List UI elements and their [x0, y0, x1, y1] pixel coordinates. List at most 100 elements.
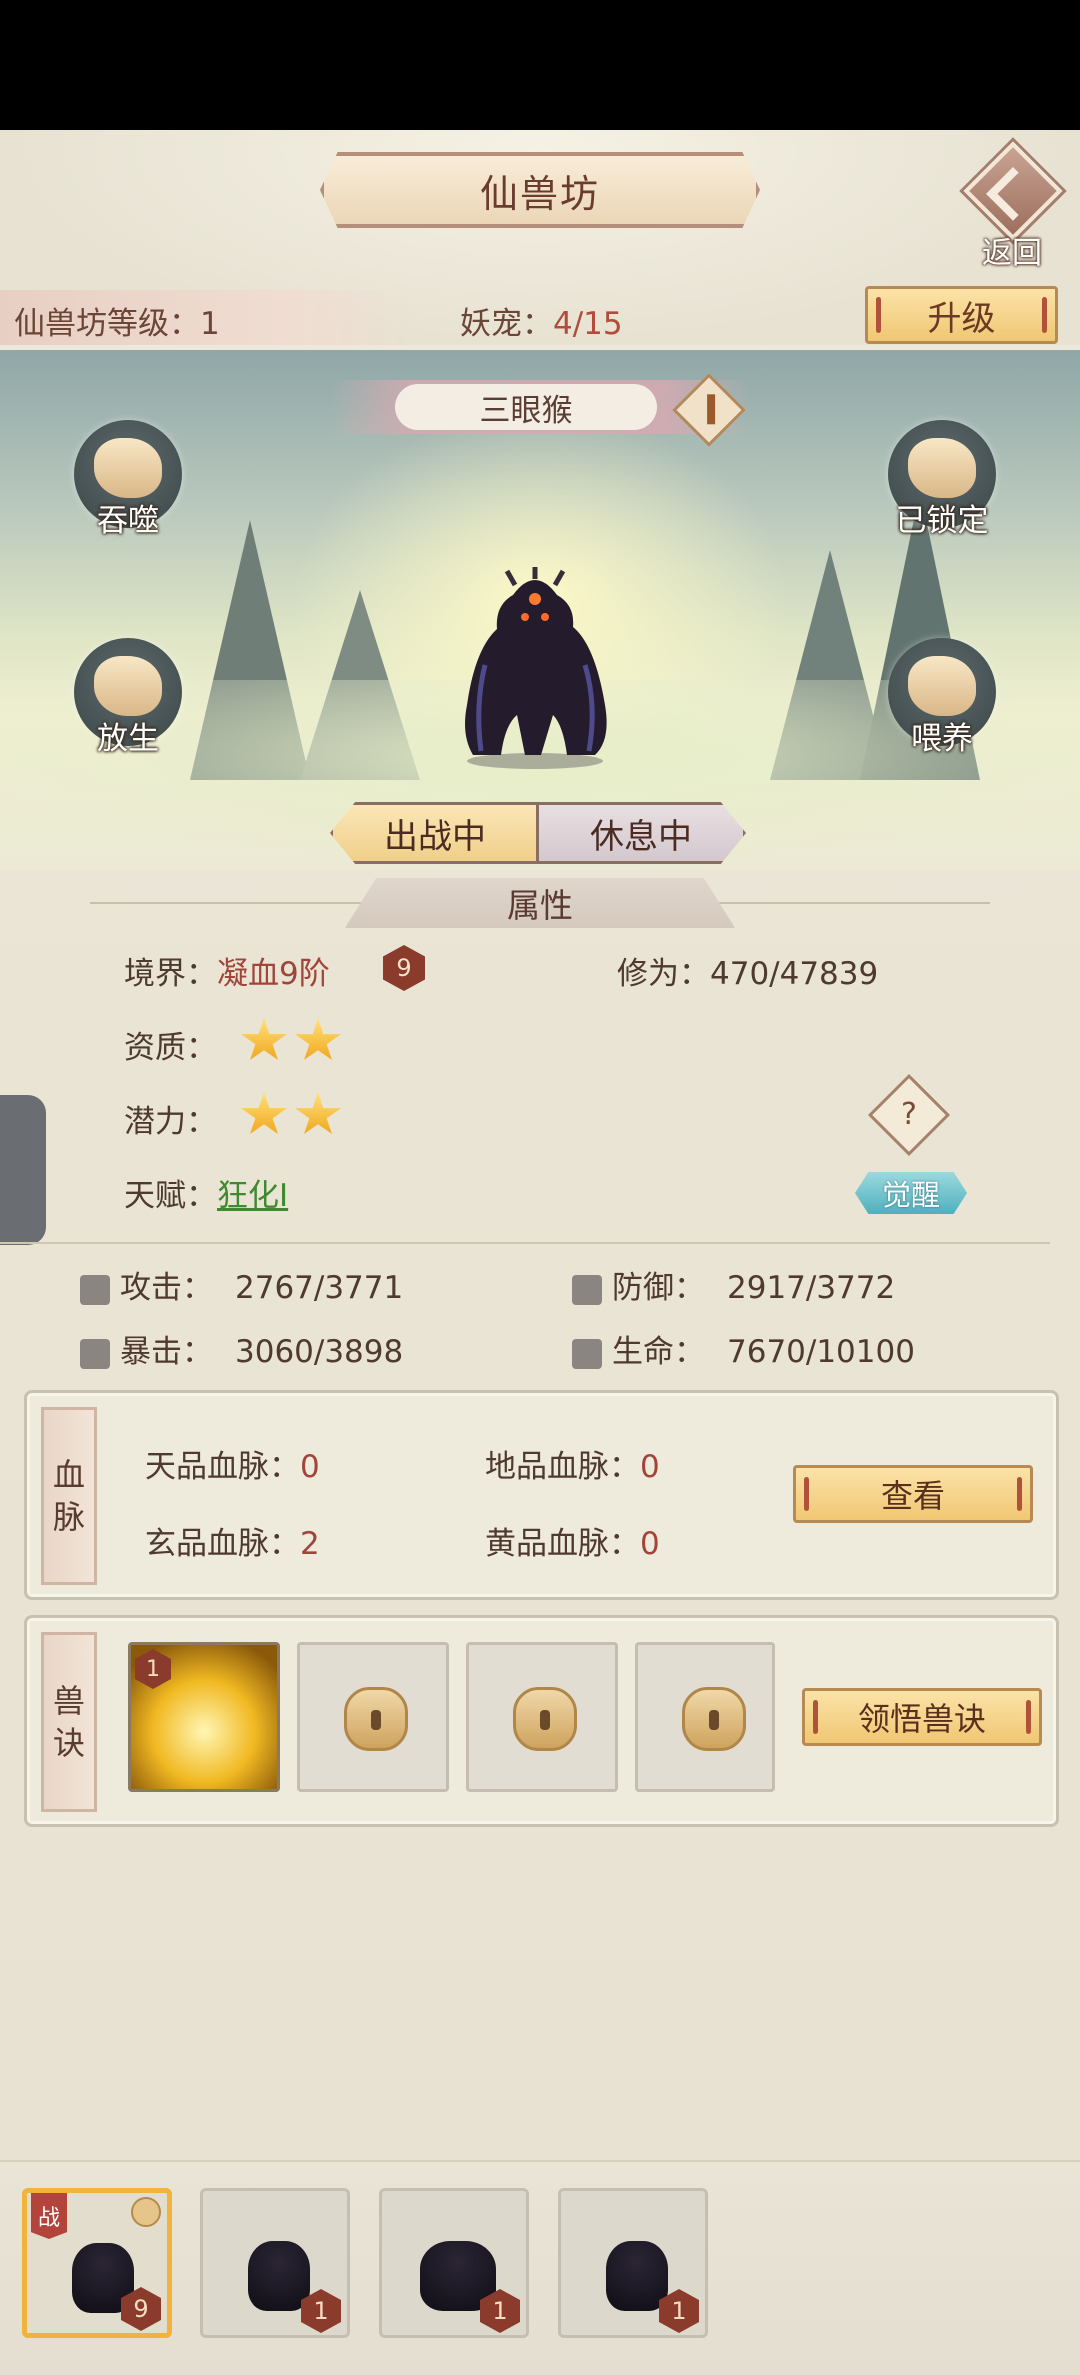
back-arrow-icon	[963, 141, 1063, 241]
pet-portrait	[606, 2241, 668, 2311]
feed-button[interactable]: 喂养	[882, 638, 1002, 778]
cultivation-value: 470/47839	[710, 956, 879, 992]
help-glyph: ?	[901, 1097, 917, 1132]
pet-count: 妖宠：4/15	[460, 298, 623, 343]
rabbit-icon	[94, 656, 162, 716]
lock-icon	[682, 1687, 746, 1751]
lock-mini-icon	[131, 2197, 161, 2227]
defense-stat: 防御： 2917/3772	[572, 1262, 895, 1307]
mystic-bloodline: 玄品血脉：2	[145, 1518, 320, 1563]
star-icon	[294, 1092, 342, 1134]
talent-link[interactable]: 狂化I	[217, 1178, 288, 1214]
crit-label: 暴击：	[120, 1334, 213, 1370]
stats-divider	[0, 1242, 1050, 1244]
roster-pet-slot[interactable]: 1	[558, 2188, 708, 2338]
release-button[interactable]: 放生	[68, 638, 188, 778]
yellow-bloodline: 黄品血脉：0	[485, 1518, 660, 1563]
bloodline-title-char-2: 脉	[52, 1498, 85, 1536]
defense-label: 防御：	[612, 1270, 705, 1306]
battle-status-toggle: 出战中 休息中	[330, 802, 746, 864]
skills-title: 兽诀	[41, 1632, 97, 1812]
roster-pet-slot[interactable]: 1	[200, 2188, 350, 2338]
skill-slot-active[interactable]: 1	[128, 1642, 280, 1792]
talent-label: 天赋：	[124, 1178, 217, 1214]
pet-name: 三眼猴	[395, 384, 657, 430]
tab-resting[interactable]: 休息中	[536, 802, 746, 864]
back-button[interactable]: 返回	[960, 141, 1064, 271]
beast-head-icon	[94, 438, 162, 498]
pet-count-label: 妖宠：	[460, 306, 553, 342]
bloodline-title-char-1: 血	[52, 1456, 85, 1494]
star-icon	[240, 1018, 288, 1060]
workshop-level-value: 1	[200, 306, 220, 342]
skill-level-badge: 1	[135, 1649, 171, 1689]
release-label: 放生	[97, 721, 159, 757]
realm-label: 境界：	[124, 956, 217, 992]
potential-label: 潜力：	[124, 1104, 217, 1140]
attack-value: 2767/3771	[235, 1270, 404, 1306]
crit-value: 3060/3898	[235, 1334, 404, 1370]
skills-title-char-1: 兽	[52, 1682, 85, 1720]
pet-scene: 三眼猴 吞噬 已锁定 放生 喂养	[0, 350, 1080, 870]
bloodline-panel: 血脉 天品血脉：0 地品血脉：0 玄品血脉：2 黄品血脉：0 查看	[24, 1390, 1059, 1600]
cultivation-label: 修为：	[617, 956, 710, 992]
sword-icon	[80, 1274, 110, 1305]
yellow-bloodline-label: 黄品血脉：	[485, 1526, 640, 1562]
attributes-header: 属性	[90, 878, 990, 930]
roster-pet-slot-selected[interactable]: 战 9	[22, 2188, 172, 2338]
crossed-swords-lock-icon	[908, 438, 976, 498]
three-eyed-monkey-portrait	[465, 567, 607, 769]
star-icon	[294, 1018, 342, 1060]
workshop-level: 仙兽坊等级：1	[14, 298, 220, 343]
star-icon	[240, 1092, 288, 1134]
title-plaque: 仙兽坊	[320, 152, 760, 228]
earth-bloodline-value: 0	[640, 1449, 660, 1485]
page-title: 仙兽坊	[479, 171, 600, 216]
upgrade-button[interactable]: 升级	[865, 286, 1058, 344]
heaven-bloodline-value: 0	[300, 1449, 320, 1485]
roster-pet-slot[interactable]: 1	[379, 2188, 529, 2338]
workshop-level-label: 仙兽坊等级：	[14, 306, 200, 342]
aptitude-row: 资质：	[124, 1022, 217, 1067]
lock-icon	[513, 1687, 577, 1751]
realm-tier-badge: 9	[383, 945, 425, 991]
lock-button[interactable]: 已锁定	[882, 420, 1002, 560]
hp-value: 7670/10100	[727, 1334, 915, 1370]
back-label: 返回	[982, 236, 1042, 271]
flame-icon	[572, 1338, 602, 1369]
meat-icon	[908, 656, 976, 716]
earth-bloodline-label: 地品血脉：	[485, 1449, 640, 1485]
status-bar-area	[0, 0, 1080, 130]
battle-tag: 战	[31, 2193, 67, 2239]
devour-label: 吞噬	[97, 503, 159, 539]
skills-title-char-2: 诀	[52, 1724, 85, 1762]
devour-button[interactable]: 吞噬	[68, 420, 188, 560]
level-bar: 仙兽坊等级：1 妖宠：4/15 升级	[0, 286, 1080, 345]
defense-value: 2917/3772	[727, 1270, 896, 1306]
mystic-bloodline-label: 玄品血脉：	[145, 1526, 300, 1562]
attack-stat: 攻击： 2767/3771	[80, 1262, 403, 1307]
crit-blade-icon	[80, 1338, 110, 1369]
skill-slot-locked[interactable]	[466, 1642, 618, 1792]
skill-slot-locked[interactable]	[297, 1642, 449, 1792]
heaven-bloodline-label: 天品血脉：	[145, 1449, 300, 1485]
hp-label: 生命：	[612, 1334, 705, 1370]
attributes-title: 属性	[345, 878, 735, 928]
view-bloodline-button[interactable]: 查看	[793, 1465, 1033, 1523]
talent-row: 天赋：狂化I	[124, 1170, 288, 1215]
feed-label: 喂养	[911, 721, 973, 757]
shield-icon	[572, 1274, 602, 1305]
realm-row: 境界：凝血9阶	[124, 948, 330, 993]
heaven-bloodline: 天品血脉：0	[145, 1441, 320, 1486]
side-drawer-tab[interactable]	[0, 1095, 46, 1245]
awaken-button[interactable]: 觉醒	[855, 1172, 967, 1214]
learn-skill-button[interactable]: 领悟兽诀	[802, 1688, 1042, 1746]
tab-active-battle[interactable]: 出战中	[330, 802, 540, 864]
aptitude-label: 资质：	[124, 1030, 217, 1066]
cultivation-row: 修为：470/47839	[617, 948, 878, 993]
skill-slot-locked[interactable]	[635, 1642, 775, 1792]
mystic-bloodline-value: 2	[300, 1526, 320, 1562]
earth-bloodline: 地品血脉：0	[485, 1441, 660, 1486]
crit-stat: 暴击： 3060/3898	[80, 1326, 403, 1371]
help-question-icon[interactable]: ?	[867, 1073, 951, 1157]
